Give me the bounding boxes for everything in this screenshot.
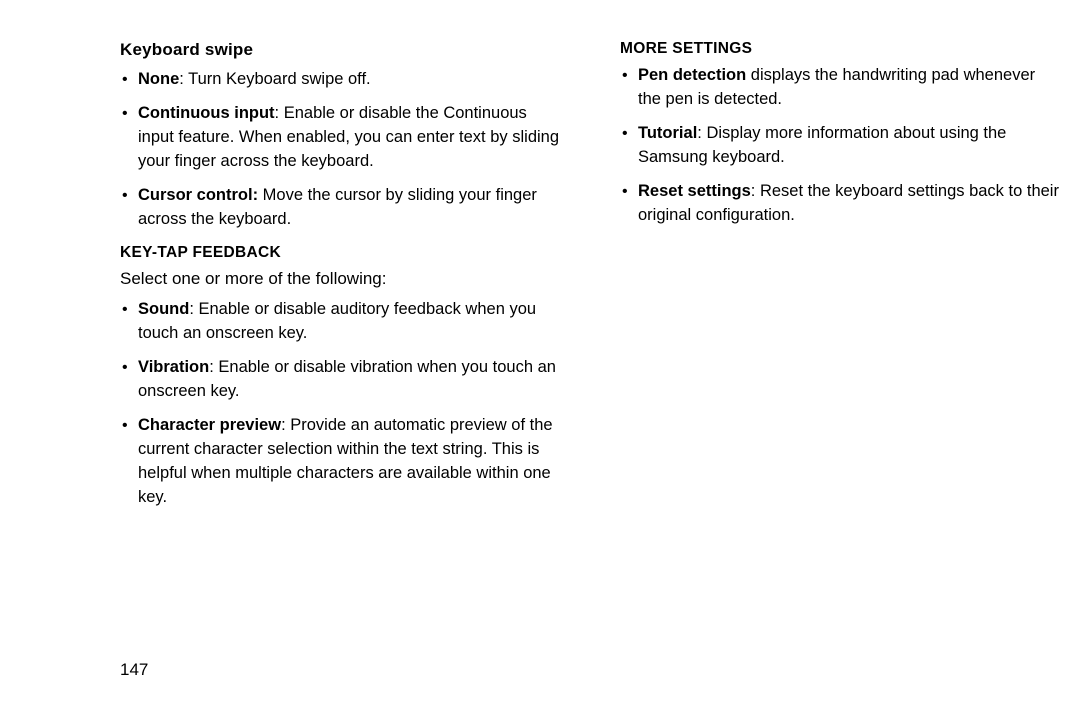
page-number: 147 bbox=[120, 660, 148, 680]
list-item: Sound: Enable or disable auditory feedba… bbox=[120, 298, 560, 346]
item-term: Continuous input bbox=[138, 104, 275, 122]
item-term: Vibration bbox=[138, 358, 209, 376]
keytap-intro: Select one or more of the following: bbox=[120, 268, 560, 291]
keyboard-swipe-list: None: Turn Keyboard swipe off. Continuou… bbox=[120, 68, 560, 232]
section-heading-keytap-feedback: KEY-TAP FEEDBACK bbox=[120, 244, 560, 262]
item-term: Tutorial bbox=[638, 124, 697, 142]
section-heading-keyboard-swipe: Keyboard swipe bbox=[120, 40, 560, 60]
keytap-feedback-list: Sound: Enable or disable auditory feedba… bbox=[120, 298, 560, 509]
section-heading-more-settings: MORE SETTINGS bbox=[620, 40, 1060, 58]
list-item: Continuous input: Enable or disable the … bbox=[120, 102, 560, 174]
list-item: None: Turn Keyboard swipe off. bbox=[120, 68, 560, 92]
item-desc: : Turn Keyboard swipe off. bbox=[179, 70, 370, 88]
list-item: Reset settings: Reset the keyboard setti… bbox=[620, 180, 1060, 228]
item-term: Pen detection bbox=[638, 66, 746, 84]
left-column: Keyboard swipe None: Turn Keyboard swipe… bbox=[120, 40, 560, 520]
item-term: Reset settings bbox=[638, 182, 751, 200]
list-item: Pen detection displays the handwriting p… bbox=[620, 64, 1060, 112]
right-column: MORE SETTINGS Pen detection displays the… bbox=[620, 40, 1060, 238]
list-item: Character preview: Provide an automatic … bbox=[120, 414, 560, 510]
list-item: Vibration: Enable or disable vibration w… bbox=[120, 356, 560, 404]
item-term: Character preview bbox=[138, 416, 281, 434]
item-desc: : Enable or disable auditory feedback wh… bbox=[138, 300, 536, 342]
item-term: None bbox=[138, 70, 179, 88]
manual-page: Keyboard swipe None: Turn Keyboard swipe… bbox=[0, 0, 1080, 720]
item-term: Sound bbox=[138, 300, 189, 318]
list-item: Tutorial: Display more information about… bbox=[620, 122, 1060, 170]
more-settings-list: Pen detection displays the handwriting p… bbox=[620, 64, 1060, 228]
item-term: Cursor control: bbox=[138, 186, 258, 204]
list-item: Cursor control: Move the cursor by slidi… bbox=[120, 184, 560, 232]
